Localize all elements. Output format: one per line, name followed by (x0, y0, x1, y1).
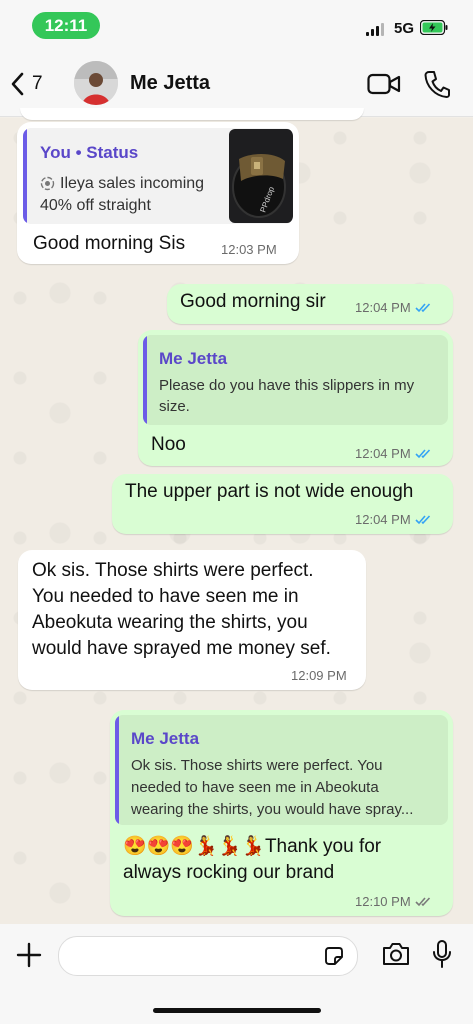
quoted-status[interactable]: You • Status Ileya sales incoming 40% of… (23, 128, 293, 224)
microphone-icon[interactable] (432, 939, 452, 969)
phone-icon[interactable] (424, 70, 450, 98)
message-meta: 12:04 PM (355, 512, 433, 527)
quote-line-3: wearing the shirts, you would have spray… (131, 801, 414, 818)
message-line-1: Ok sis. Those shirts were perfect. (32, 560, 314, 581)
composer-bar (0, 924, 473, 1024)
avatar[interactable] (74, 61, 118, 105)
status-ring-icon (40, 176, 55, 191)
signal-icon (366, 22, 388, 36)
quote-title: You • Status (40, 143, 139, 162)
quote-title: Me Jetta (159, 349, 228, 368)
message-text: Good morning Sis (33, 233, 186, 254)
video-call-icon[interactable] (367, 72, 401, 96)
message-bubble-outgoing[interactable]: Me Jetta Ok sis. Those shirts were perfe… (110, 710, 453, 916)
network-type: 5G (394, 20, 415, 37)
quote-line-1: Ileya sales incoming (60, 175, 205, 192)
quote-line-2: 40% off straight (40, 197, 151, 214)
message-time: 12:04 PM (355, 300, 411, 315)
status-bar: 12:11 5G (0, 0, 473, 52)
read-receipt-icon (415, 303, 430, 313)
message-text: Noo (151, 434, 186, 455)
message-text: The upper part is not wide enough (125, 481, 414, 502)
quoted-message[interactable]: Me Jetta Ok sis. Those shirts were perfe… (115, 715, 448, 825)
quote-bar (143, 335, 147, 425)
chevron-left-icon (11, 72, 24, 96)
camera-icon[interactable] (381, 941, 411, 967)
message-time: 12:04 PM (355, 512, 411, 527)
message-text: Good morning sir (180, 291, 326, 312)
message-meta: 12:04 PM (355, 446, 433, 461)
quote-line-2: needed to have seen me in Abeokuta (131, 779, 379, 796)
quote-title: Me Jetta (131, 729, 200, 748)
message-time: 12:03 PM (221, 242, 277, 257)
message-line-3: Abeokuta wearing the shirts, you (32, 612, 308, 633)
sticker-icon[interactable] (323, 945, 345, 967)
quote-bar (23, 128, 27, 224)
status-time: 12:11 (32, 12, 100, 39)
message-line-2: You needed to have seen me in (32, 586, 299, 607)
message-bubble-outgoing[interactable]: Good morning sir 12:04 PM (167, 284, 453, 324)
avatar-photo (74, 61, 118, 105)
quote-text: Please do you have this slippers in my s… (159, 377, 415, 415)
message-bubble-outgoing[interactable]: The upper part is not wide enough 12:04 … (112, 474, 453, 534)
battery-charging-icon (420, 20, 448, 35)
unread-count: 7 (32, 73, 43, 94)
delivered-receipt-icon (415, 897, 430, 907)
message-bubble-incoming[interactable]: Ok sis. Those shirts were perfect. You n… (18, 550, 366, 690)
message-bubble-incoming[interactable]: You • Status Ileya sales incoming 40% of… (17, 122, 299, 264)
back-button[interactable]: 7 (10, 66, 58, 102)
message-meta: 12:10 PM (355, 894, 433, 909)
message-meta: 12:04 PM (355, 300, 433, 315)
contact-name[interactable]: Me Jetta (130, 72, 210, 95)
message-time: 12:10 PM (355, 894, 411, 909)
read-receipt-icon (415, 515, 430, 525)
message-line-4: would have sprayed me money sef. (32, 638, 331, 659)
quote-bar (115, 715, 119, 825)
message-bubble-outgoing[interactable]: Me Jetta Please do you have this slipper… (138, 330, 453, 466)
message-time: 12:09 PM (291, 668, 347, 683)
quoted-message[interactable]: Me Jetta Please do you have this slipper… (143, 335, 448, 425)
message-input[interactable] (58, 936, 358, 976)
message-line-2: always rocking our brand (123, 862, 335, 883)
quote-line-1: Ok sis. Those shirts were perfect. You (131, 757, 383, 774)
home-indicator (153, 1008, 321, 1013)
message-time: 12:04 PM (355, 446, 411, 461)
read-receipt-icon (415, 449, 430, 459)
previous-message-sliver (20, 108, 364, 120)
message-line-1: 😍😍😍💃💃💃Thank you for (123, 836, 382, 857)
plus-icon[interactable] (16, 942, 42, 968)
sandal-thumbnail: PPdrop (229, 129, 293, 223)
